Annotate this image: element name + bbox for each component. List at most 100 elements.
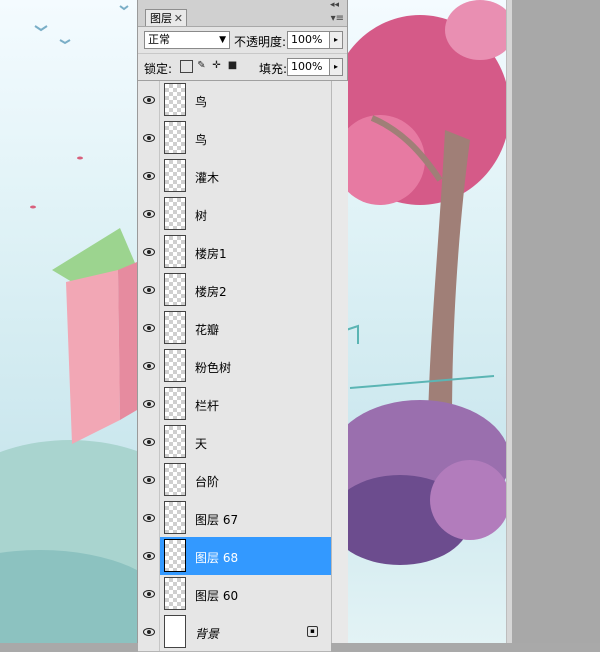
layer-thumbnail — [164, 197, 186, 230]
layer-row[interactable]: 栏杆 — [138, 385, 331, 424]
layer-name: 粉色树 — [195, 361, 232, 375]
lock-icon: ▪ — [307, 626, 318, 637]
layer-row[interactable]: 背景 ▪ — [138, 613, 331, 652]
visibility-toggle[interactable] — [138, 119, 160, 157]
eye-icon — [143, 248, 155, 256]
eye-icon — [143, 210, 155, 218]
eye-icon — [143, 514, 155, 522]
visibility-toggle[interactable] — [138, 157, 160, 195]
layer-row[interactable]: 楼房2 — [138, 271, 331, 310]
layer-thumbnail — [164, 463, 186, 496]
layer-thumbnail — [164, 501, 186, 534]
petal — [30, 205, 36, 209]
layer-name: 背景 — [195, 627, 220, 641]
pink-tree-canopy-2 — [335, 115, 425, 205]
layers-tab[interactable]: 图层 ✕ — [145, 9, 187, 26]
visibility-toggle[interactable] — [138, 423, 160, 461]
layers-panel: 图层 ✕ ◂◂ ▾≡ 正常 ▼ 不透明度: 100% ▸ 锁定: ✎ ✛ ■ 填… — [137, 0, 348, 652]
layer-list-scrollbar[interactable] — [331, 81, 348, 643]
opacity-input[interactable]: 100% — [287, 31, 331, 49]
layer-name: 楼房1 — [195, 247, 227, 261]
layer-name: 栏杆 — [195, 399, 220, 413]
chevron-down-icon: ▼ — [219, 35, 226, 45]
close-icon[interactable]: ✕ — [170, 10, 183, 27]
visibility-toggle[interactable] — [138, 499, 160, 537]
visibility-toggle[interactable] — [138, 385, 160, 423]
lock-label: 锁定: — [144, 62, 173, 76]
bird-shape — [34, 25, 48, 32]
layer-row[interactable]: 粉色树 — [138, 347, 331, 386]
lock-all-icon[interactable]: ■ — [227, 60, 238, 71]
visibility-toggle[interactable] — [138, 575, 160, 613]
visibility-toggle[interactable] — [138, 537, 160, 575]
visibility-toggle[interactable] — [138, 347, 160, 385]
layer-name: 图层 67 — [195, 513, 239, 527]
fill-input[interactable]: 100% — [287, 58, 331, 76]
lock-transparent-icon[interactable] — [180, 60, 193, 73]
layer-name: 图层 68 — [195, 551, 239, 565]
layer-row-selected[interactable]: 图层 68 — [138, 537, 331, 576]
layer-thumbnail — [164, 425, 186, 458]
blend-mode-value: 正常 — [148, 33, 170, 46]
layer-row[interactable]: 台阶 — [138, 461, 331, 500]
opacity-slider-button[interactable]: ▸ — [329, 31, 343, 49]
layer-name: 灌木 — [195, 171, 220, 185]
eye-icon — [143, 590, 155, 598]
lock-brush-icon[interactable]: ✎ — [196, 60, 207, 71]
visibility-toggle[interactable] — [138, 613, 160, 651]
eye-icon — [143, 628, 155, 636]
panel-menu-icon[interactable]: ▾≡ — [331, 13, 344, 24]
layer-row[interactable]: 树 — [138, 195, 331, 234]
layer-thumbnail — [164, 121, 186, 154]
layer-thumbnail — [164, 615, 186, 648]
layer-thumbnail — [164, 159, 186, 192]
layer-row[interactable]: 灌木 — [138, 157, 331, 196]
railing — [349, 375, 495, 389]
workspace-background — [512, 0, 600, 643]
eye-icon — [143, 476, 155, 484]
visibility-toggle[interactable] — [138, 81, 160, 119]
bird-shape — [59, 39, 71, 45]
layer-thumbnail — [164, 577, 186, 610]
visibility-toggle[interactable] — [138, 309, 160, 347]
lock-fill-row: 锁定: ✎ ✛ ■ 填充: 100% ▸ — [138, 54, 347, 81]
layer-row[interactable]: 鸟 — [138, 81, 331, 120]
layer-row[interactable]: 鸟 — [138, 119, 331, 158]
layer-thumbnail — [164, 349, 186, 382]
visibility-toggle[interactable] — [138, 461, 160, 499]
visibility-toggle[interactable] — [138, 195, 160, 233]
layer-row[interactable]: 图层 67 — [138, 499, 331, 538]
eye-icon — [143, 400, 155, 408]
fill-slider-button[interactable]: ▸ — [329, 58, 343, 76]
layer-name: 鸟 — [195, 95, 208, 109]
layer-name: 树 — [195, 209, 208, 223]
eye-icon — [143, 362, 155, 370]
visibility-toggle[interactable] — [138, 271, 160, 309]
layer-row[interactable]: 花瓣 — [138, 309, 331, 348]
layer-thumbnail — [164, 235, 186, 268]
layer-thumbnail — [164, 273, 186, 306]
opacity-label: 不透明度: — [234, 35, 287, 49]
fill-label: 填充: — [259, 62, 288, 76]
panel-title-bar: 图层 ✕ ◂◂ ▾≡ — [138, 0, 347, 27]
collapse-icon[interactable]: ◂◂ — [330, 0, 339, 10]
pink-tree-canopy-3 — [445, 0, 512, 60]
layer-name: 鸟 — [195, 133, 208, 147]
layer-name: 花瓣 — [195, 323, 220, 337]
eye-icon — [143, 134, 155, 142]
blend-mode-select[interactable]: 正常 ▼ — [144, 31, 230, 49]
eye-icon — [143, 172, 155, 180]
layer-row[interactable]: 楼房1 — [138, 233, 331, 272]
eye-icon — [143, 324, 155, 332]
layers-tab-label: 图层 — [150, 12, 172, 25]
purple-bush-light — [430, 460, 510, 540]
eye-icon — [143, 286, 155, 294]
layer-row[interactable]: 天 — [138, 423, 331, 462]
layer-thumbnail — [164, 387, 186, 420]
lock-move-icon[interactable]: ✛ — [211, 60, 222, 71]
petal — [77, 156, 83, 160]
blend-opacity-row: 正常 ▼ 不透明度: 100% ▸ — [138, 27, 347, 54]
layer-row[interactable]: 图层 60 — [138, 575, 331, 614]
visibility-toggle[interactable] — [138, 233, 160, 271]
layer-name: 楼房2 — [195, 285, 227, 299]
